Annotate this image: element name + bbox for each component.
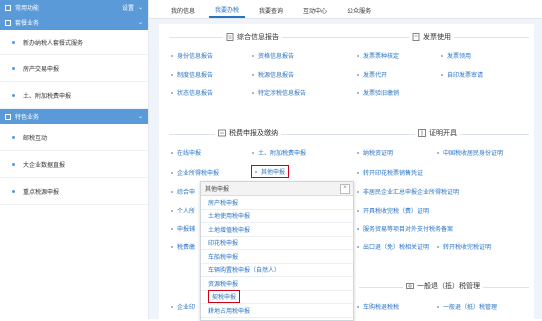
sidebar-header-title: 套餐业务	[15, 21, 40, 27]
link-invoice-cancel[interactable]: 发票验旧缴销	[357, 88, 399, 97]
tab-interaction[interactable]: 互动中心	[297, 3, 333, 18]
link-status-report[interactable]: 状态信息报告	[171, 88, 213, 97]
link-enterprise-income-tax[interactable]: 企业所得税申报	[171, 168, 219, 177]
sidebar-item-label: 邮税互动	[23, 135, 48, 142]
popup-title: 其他申报	[201, 182, 353, 196]
sidebar-header-common[interactable]: 常用功能 设置 ⌄	[0, 0, 148, 15]
popup-item-deed-tax[interactable]: 契税申报	[201, 290, 353, 304]
section-title-declare: 税费申报及缴纳	[215, 128, 281, 138]
sidebar-item-property-trade[interactable]: 房产交易申报	[0, 55, 148, 82]
sidebar-item-key-tax-source[interactable]: 重点税源申报	[0, 178, 148, 205]
popup-item-resource-tax[interactable]: 资源税申报	[201, 277, 353, 291]
bullet-icon	[12, 162, 15, 166]
sidebar-header-package[interactable]: 套餐业务 ⌄	[0, 15, 148, 30]
link-other-declare[interactable]: 其他申报	[251, 165, 290, 178]
link-tax-paid-transfer-cert[interactable]: 转开税收完税证明	[437, 242, 491, 251]
declare-icon	[218, 129, 226, 137]
refund-icon	[406, 283, 414, 289]
sidebar-item-label: 大企业数据直报	[23, 162, 66, 169]
tab-do-tax[interactable]: 我要办税	[209, 3, 246, 18]
close-icon[interactable]: ×	[340, 184, 350, 194]
tab-my-info[interactable]: 我的信息	[165, 3, 201, 18]
grid-icon	[5, 113, 11, 120]
link-tax-resident-cert[interactable]: 中国税收居民身份证明	[437, 148, 503, 157]
link-specific-tax-report[interactable]: 特定涉税信息报告	[252, 88, 306, 97]
popup-item-stamp-tax[interactable]: 印花税申报	[201, 237, 353, 250]
invoice-icon	[412, 33, 420, 41]
section-title-cert: 证明开具	[415, 128, 460, 138]
link-nonresident-summary-cert[interactable]: 非居民企业汇总申报企业所得税证明	[357, 187, 459, 196]
link-stamp-tax-voucher[interactable]: 转开印花税票销售凭证	[357, 168, 423, 177]
popup-item-land-value-tax[interactable]: 土地增值税申报	[201, 223, 353, 237]
chevron-down-icon: ⌄	[137, 5, 143, 11]
link-tax-qualification-cert[interactable]: 纳税资证明	[357, 148, 393, 157]
bullet-icon	[12, 93, 15, 97]
popup-item-vehicle-vessel-tax[interactable]: 车船税申报	[201, 250, 353, 264]
sidebar-header-title: 常用功能	[15, 6, 40, 12]
top-nav: 我的信息 我要办税 我要查询 互动中心 公众服务	[149, 0, 542, 19]
deed-tax-label: 契税申报	[208, 290, 241, 304]
link-vehicle-tax-refund[interactable]: 车购税退税税	[357, 302, 399, 311]
chevron-down-icon: ⌄	[137, 114, 143, 120]
bullet-icon	[12, 40, 15, 44]
sidebar-item-large-enterprise[interactable]: 大企业数据直报	[0, 151, 148, 178]
section-title-invoice: 发票使用	[409, 32, 454, 42]
link-self-print-invoice[interactable]: 自印发票审请	[441, 70, 483, 79]
document-icon	[226, 33, 234, 41]
link-qualification-report[interactable]: 资格信息报告	[252, 51, 294, 60]
popup-item-vehicle-purchase-tax[interactable]: 车辆购置税申报（自然人）	[201, 264, 353, 277]
link-land-surcharge-declare[interactable]: 土、附加税费申报	[252, 148, 306, 157]
link-enterprise-print[interactable]: 企业印	[171, 302, 195, 311]
link-invoice-type[interactable]: 发票票种核定	[357, 51, 399, 60]
link-service-trade-filing[interactable]: 服务贸易等项目对外支付税务备案	[357, 224, 453, 233]
bullet-icon	[12, 135, 15, 139]
tab-public-service[interactable]: 公众服务	[341, 3, 377, 18]
certificate-icon	[418, 129, 426, 137]
popup-item-farmland-tax[interactable]: 耕地占用税申报	[201, 304, 353, 318]
settings-link[interactable]: 设置	[122, 3, 134, 12]
section-title-general-refund: 一般退（抵）税管理	[403, 281, 483, 291]
link-online-declare[interactable]: 在线申报	[171, 148, 201, 157]
bullet-icon	[12, 189, 15, 193]
sidebar-item-label: 新办纳税人套餐式服务	[23, 40, 84, 47]
sidebar-item-label: 房产交易申报	[23, 66, 60, 73]
sidebar-item-label: 土、附加税费申报	[23, 93, 72, 100]
sidebar-item-post-tax[interactable]: 邮税互动	[0, 124, 148, 151]
other-declare-popup: 其他申报 × 房产税申报 土地使用税申报 土地增值税申报 印花税申报 车船税申报…	[200, 181, 354, 321]
home-icon	[5, 4, 11, 11]
popup-item-property-tax[interactable]: 房产税申报	[201, 196, 353, 210]
link-personal-income[interactable]: 个人所	[171, 206, 195, 215]
link-invoice-issue[interactable]: 发票代开	[357, 70, 387, 79]
sidebar: 常用功能 设置 ⌄ 套餐业务 ⌄ 新办纳税人套餐式服务 房产交易申报 土、附加税…	[0, 0, 149, 319]
tab-query[interactable]: 我要查询	[253, 3, 289, 18]
popup-item-land-use-tax[interactable]: 土地使用税申报	[201, 210, 353, 223]
link-export-refund-cert[interactable]: 出口退（免）税相关证明	[357, 242, 429, 251]
link-invoice-receive[interactable]: 发票领用	[441, 51, 471, 60]
link-system-report[interactable]: 制度信息报告	[171, 70, 213, 79]
sidebar-header-title: 特色业务	[15, 115, 40, 121]
sidebar-item-land-surcharge[interactable]: 土、附加税费申报	[0, 82, 148, 109]
section-title-comprehensive: 综合信息报告	[223, 32, 282, 42]
link-general-refund-manage[interactable]: 一般退（抵）税管理	[437, 302, 497, 311]
link-identity-report[interactable]: 身份信息报告	[171, 51, 213, 60]
link-tax-paid-cert[interactable]: 开具税收完税（费）证明	[357, 206, 429, 215]
bullet-icon	[12, 66, 15, 70]
chevron-down-icon: ⌄	[137, 20, 143, 26]
link-tax-source-report[interactable]: 税源信息报告	[252, 70, 294, 79]
package-icon	[5, 19, 11, 26]
sidebar-item-label: 重点税源申报	[23, 189, 60, 196]
link-declare-assist[interactable]: 申报辅	[171, 224, 195, 233]
link-tax-payment[interactable]: 税费缴	[171, 242, 195, 251]
link-comprehensive-declare[interactable]: 综合申	[171, 187, 195, 196]
sidebar-item-new-taxpayer[interactable]: 新办纳税人套餐式服务	[0, 30, 148, 55]
sidebar-header-special[interactable]: 特色业务 ⌄	[0, 109, 148, 124]
